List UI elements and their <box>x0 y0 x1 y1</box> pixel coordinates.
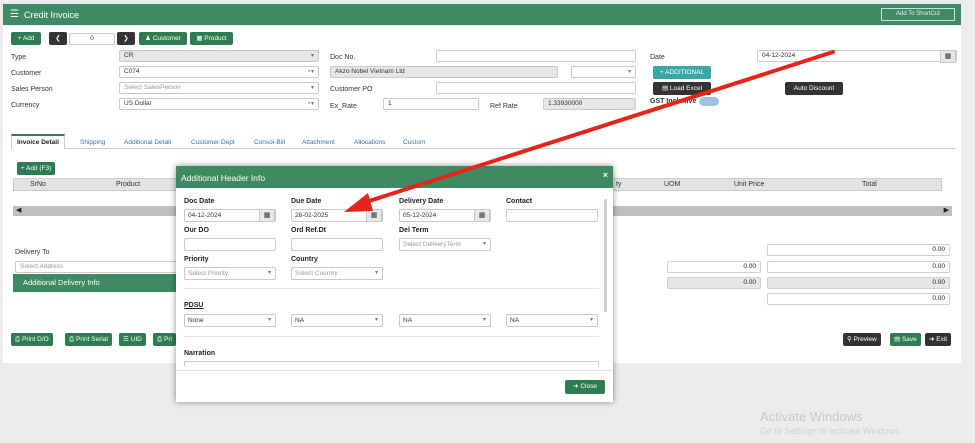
activate-windows-subtext: Go to Settings to activate Windows. <box>760 426 903 436</box>
annotation-arrow <box>344 50 835 212</box>
activate-windows-watermark: Activate Windows <box>760 409 863 424</box>
